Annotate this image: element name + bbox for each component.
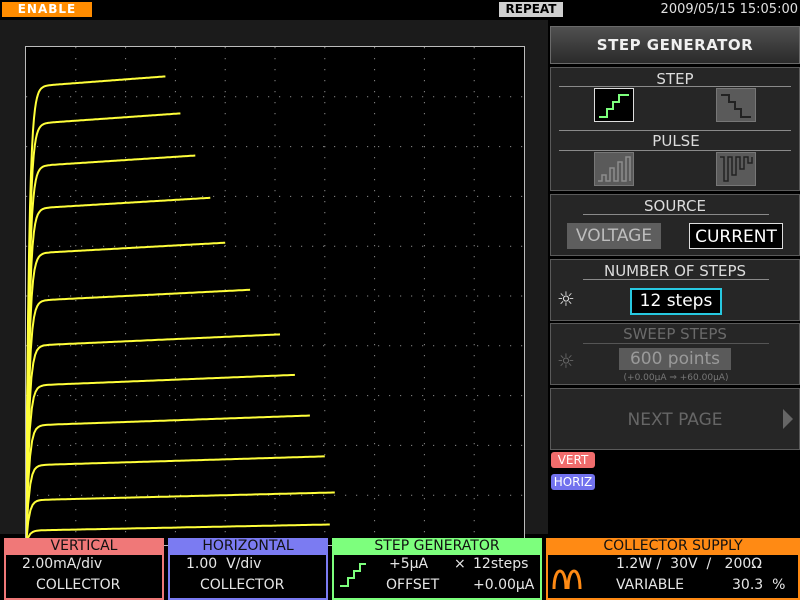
knob-icon: ☼ [557, 349, 575, 373]
source-voltage-button[interactable]: VOLTAGE [567, 223, 661, 249]
repeat-badge: REPEAT [499, 2, 563, 17]
horizontal-status[interactable]: HORIZONTAL 1.00 V/div COLLECTOR [168, 538, 328, 600]
collector-mode: VARIABLE [616, 577, 684, 593]
pulse-up-icon [598, 156, 631, 182]
step-count: 12steps [473, 556, 529, 572]
source-label: SOURCE [644, 197, 706, 215]
horizontal-title: HORIZONTAL [202, 538, 294, 554]
vertical-title: VERTICAL [50, 538, 118, 554]
next-page-button[interactable]: NEXT PAGE [550, 388, 800, 450]
collector-percent: 30.3 % [732, 577, 786, 593]
trace-step-7 [26, 288, 251, 545]
step-size: +5μA [389, 556, 429, 572]
pulse-down-icon [720, 156, 753, 182]
vertical-source: COLLECTOR [36, 577, 121, 593]
step-generator-title: STEP GENERATOR [374, 538, 500, 554]
staircase-up-icon [340, 563, 366, 587]
datetime: 2009/05/15 15:05:00 [660, 2, 798, 17]
staircase-up-icon [599, 94, 629, 118]
vert-chip[interactable]: VERT [551, 452, 595, 468]
number-of-steps-label: NUMBER OF STEPS [603, 262, 747, 280]
source-current-button[interactable]: CURRENT [689, 223, 783, 249]
times-sign: × [454, 556, 466, 572]
vertical-status[interactable]: VERTICAL 2.00mA/div COLLECTOR [4, 538, 164, 600]
staircase-down-icon [721, 94, 751, 118]
number-of-steps-panel: NUMBER OF STEPS ☼ 12 steps [550, 259, 800, 321]
trace-step-10 [26, 154, 196, 545]
horizontal-scale: 1.00 V/div [186, 556, 262, 572]
curve-plot [26, 47, 524, 545]
collector-sweep-icon [552, 569, 582, 590]
offset-label: OFFSET [386, 577, 440, 593]
trace-step-12 [26, 75, 166, 545]
collector-supply-status[interactable]: COLLECTOR SUPPLY 1.2W / 30V / 200Ω VARIA… [546, 538, 800, 600]
sweep-steps-label: SWEEP STEPS [623, 325, 727, 343]
arrow-right-icon [783, 409, 793, 429]
collector-rating: 1.2W / 30V / 200Ω [616, 556, 762, 572]
menu-title: STEP GENERATOR [550, 26, 800, 64]
graticule [25, 46, 525, 546]
sweep-steps-panel: SWEEP STEPS ☼ 600 points (+0.00μA ⇒ +60.… [550, 323, 800, 385]
source-panel: SOURCE VOLTAGE CURRENT [550, 194, 800, 256]
offset-value: +0.00μA [473, 577, 535, 593]
trace-step-5 [26, 373, 295, 545]
horiz-chip[interactable]: HORIZ [551, 474, 595, 490]
top-status-bar: ENABLE REPEAT 2009/05/15 15:05:00 [0, 0, 800, 20]
pulse-up-button[interactable] [594, 152, 634, 186]
sweep-range: (+0.00μA ⇒ +60.00μA) [623, 373, 729, 383]
next-page-label: NEXT PAGE [627, 410, 723, 430]
horizontal-source: COLLECTOR [200, 577, 285, 593]
trace-step-6 [26, 333, 281, 545]
step-generator-status[interactable]: STEP GENERATOR +5μA × 12steps OFFSET +0.… [332, 538, 542, 600]
vertical-scale: 2.00mA/div [22, 556, 103, 572]
pulse-label: PULSE [652, 132, 700, 150]
trace-step-9 [26, 196, 211, 545]
knob-icon: ☼ [557, 287, 575, 311]
step-pulse-panel: STEP PULSE [550, 67, 800, 191]
sweep-steps-value: 600 points [619, 348, 731, 370]
pulse-down-button[interactable] [716, 152, 756, 186]
enable-badge: ENABLE [2, 2, 92, 17]
scope-display [0, 20, 548, 550]
step-up-button[interactable] [594, 88, 634, 122]
collector-supply-title: COLLECTOR SUPPLY [603, 538, 743, 554]
number-of-steps-value[interactable]: 12 steps [630, 288, 722, 315]
step-down-button[interactable] [716, 88, 756, 122]
trace-step-11 [26, 112, 181, 545]
